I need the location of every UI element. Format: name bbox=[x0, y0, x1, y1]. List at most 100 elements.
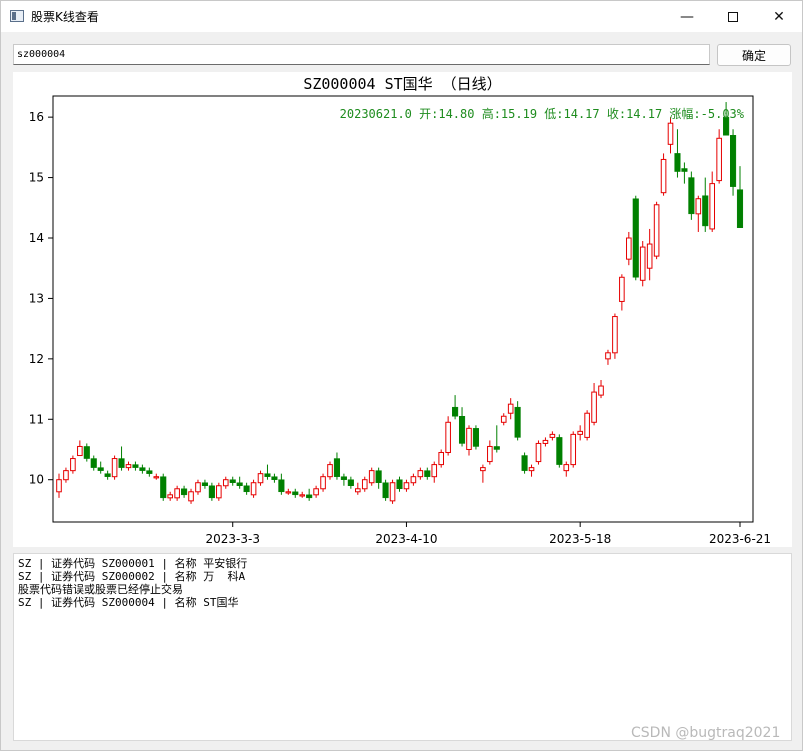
candle-body-down bbox=[97, 467, 104, 471]
candle-body-up bbox=[77, 445, 83, 457]
candle-body-up bbox=[549, 433, 556, 438]
candle bbox=[667, 117, 674, 154]
candle bbox=[528, 464, 535, 477]
candle-body-up bbox=[285, 491, 292, 494]
candle bbox=[612, 313, 618, 359]
candle-body-up bbox=[667, 122, 674, 145]
candle-body-up bbox=[500, 415, 507, 423]
candle-body-down bbox=[306, 494, 313, 499]
candle-body-up bbox=[653, 204, 660, 257]
candle bbox=[167, 491, 173, 501]
candle-body-up bbox=[257, 473, 264, 484]
plot-frame bbox=[52, 95, 754, 523]
candle bbox=[605, 349, 611, 365]
candle bbox=[403, 479, 410, 492]
x-tick-label: 2023-3-3 bbox=[205, 532, 259, 546]
candle-body-down bbox=[347, 479, 354, 486]
candle bbox=[83, 443, 90, 462]
log-output[interactable]: SZ | 证券代码 SZ000001 | 名称 平安银行 SZ | 证券代码 SZ… bbox=[13, 553, 792, 741]
candle bbox=[431, 461, 438, 483]
candle bbox=[216, 482, 222, 501]
candle bbox=[556, 434, 563, 468]
candle bbox=[320, 473, 326, 492]
candle-body-up bbox=[320, 476, 326, 490]
candle-body-down bbox=[382, 482, 389, 499]
candle-body-down bbox=[104, 473, 111, 477]
candle-body-up bbox=[56, 479, 62, 493]
candle-body-up bbox=[577, 430, 583, 435]
candle-body-down bbox=[118, 458, 125, 468]
y-tick-label: 10 bbox=[29, 473, 44, 487]
candle bbox=[313, 485, 319, 498]
candle-body-down bbox=[514, 406, 521, 438]
candle bbox=[264, 464, 271, 480]
candle bbox=[702, 177, 709, 232]
candle-body-up bbox=[612, 316, 618, 354]
log-lines: SZ | 证券代码 SZ000001 | 名称 平安银行 SZ | 证券代码 SZ… bbox=[18, 557, 787, 609]
candle bbox=[632, 195, 639, 281]
candle bbox=[674, 129, 681, 178]
candle-body-up bbox=[660, 158, 667, 194]
y-tick-label: 11 bbox=[29, 412, 44, 426]
x-tick-label: 2023-6-21 bbox=[709, 532, 771, 546]
y-axis: 10 11 12 13 14 15 16 bbox=[29, 110, 53, 487]
candle-body-down bbox=[264, 473, 271, 477]
candle-body-down bbox=[278, 479, 285, 493]
candle bbox=[424, 467, 431, 480]
candle-info-text: 20230621.0 开:14.80 高:15.19 低:14.17 收:14.… bbox=[340, 106, 745, 121]
candle bbox=[466, 425, 472, 456]
candle bbox=[487, 440, 493, 465]
candle-body-down bbox=[333, 458, 341, 477]
candle-body-down bbox=[674, 153, 681, 172]
candle-body-down bbox=[736, 189, 744, 228]
candle-body-up bbox=[174, 488, 180, 499]
candle bbox=[500, 413, 507, 426]
candle bbox=[271, 473, 278, 483]
candle-body-down bbox=[688, 177, 695, 215]
candle-body-up bbox=[361, 479, 368, 490]
candle-body-up bbox=[403, 482, 410, 490]
candle bbox=[507, 398, 514, 420]
y-tick-label: 12 bbox=[29, 352, 44, 366]
candle bbox=[181, 485, 188, 498]
candle bbox=[361, 476, 368, 492]
candle-body-down bbox=[83, 446, 90, 459]
candle bbox=[695, 195, 702, 232]
candle-body-up bbox=[431, 464, 438, 478]
candle bbox=[375, 467, 382, 489]
candle bbox=[340, 473, 347, 486]
y-tick-label: 15 bbox=[29, 171, 44, 185]
candle bbox=[201, 479, 208, 489]
candle-body-down bbox=[243, 485, 250, 493]
candle bbox=[653, 201, 660, 260]
candle bbox=[472, 425, 479, 450]
candle-body-up bbox=[125, 464, 132, 469]
candle bbox=[236, 476, 243, 489]
candle bbox=[730, 129, 737, 196]
candle-body-up bbox=[709, 183, 716, 230]
candle-body-down bbox=[292, 491, 299, 496]
candle-body-up bbox=[535, 442, 542, 463]
candle-body-down bbox=[521, 455, 528, 471]
candle bbox=[542, 437, 549, 447]
candle-body-up bbox=[619, 276, 625, 302]
candle bbox=[56, 473, 62, 498]
candle-body-down bbox=[208, 485, 215, 499]
candle-body-up bbox=[480, 467, 486, 472]
candle-body-up bbox=[222, 479, 229, 487]
candle bbox=[70, 455, 76, 474]
candle bbox=[480, 464, 486, 483]
y-tick-label: 14 bbox=[29, 231, 44, 245]
candle bbox=[111, 455, 118, 480]
candle bbox=[139, 464, 146, 474]
candle bbox=[639, 241, 646, 287]
candle-body-down bbox=[160, 476, 167, 499]
candle bbox=[445, 416, 451, 456]
candle-body-down bbox=[556, 437, 563, 465]
candle bbox=[306, 488, 313, 501]
candle-body-up bbox=[591, 391, 597, 423]
candle-body-up bbox=[445, 421, 451, 454]
candle-body-up bbox=[466, 427, 472, 450]
candle-body-up bbox=[528, 467, 535, 472]
candle bbox=[160, 473, 167, 501]
